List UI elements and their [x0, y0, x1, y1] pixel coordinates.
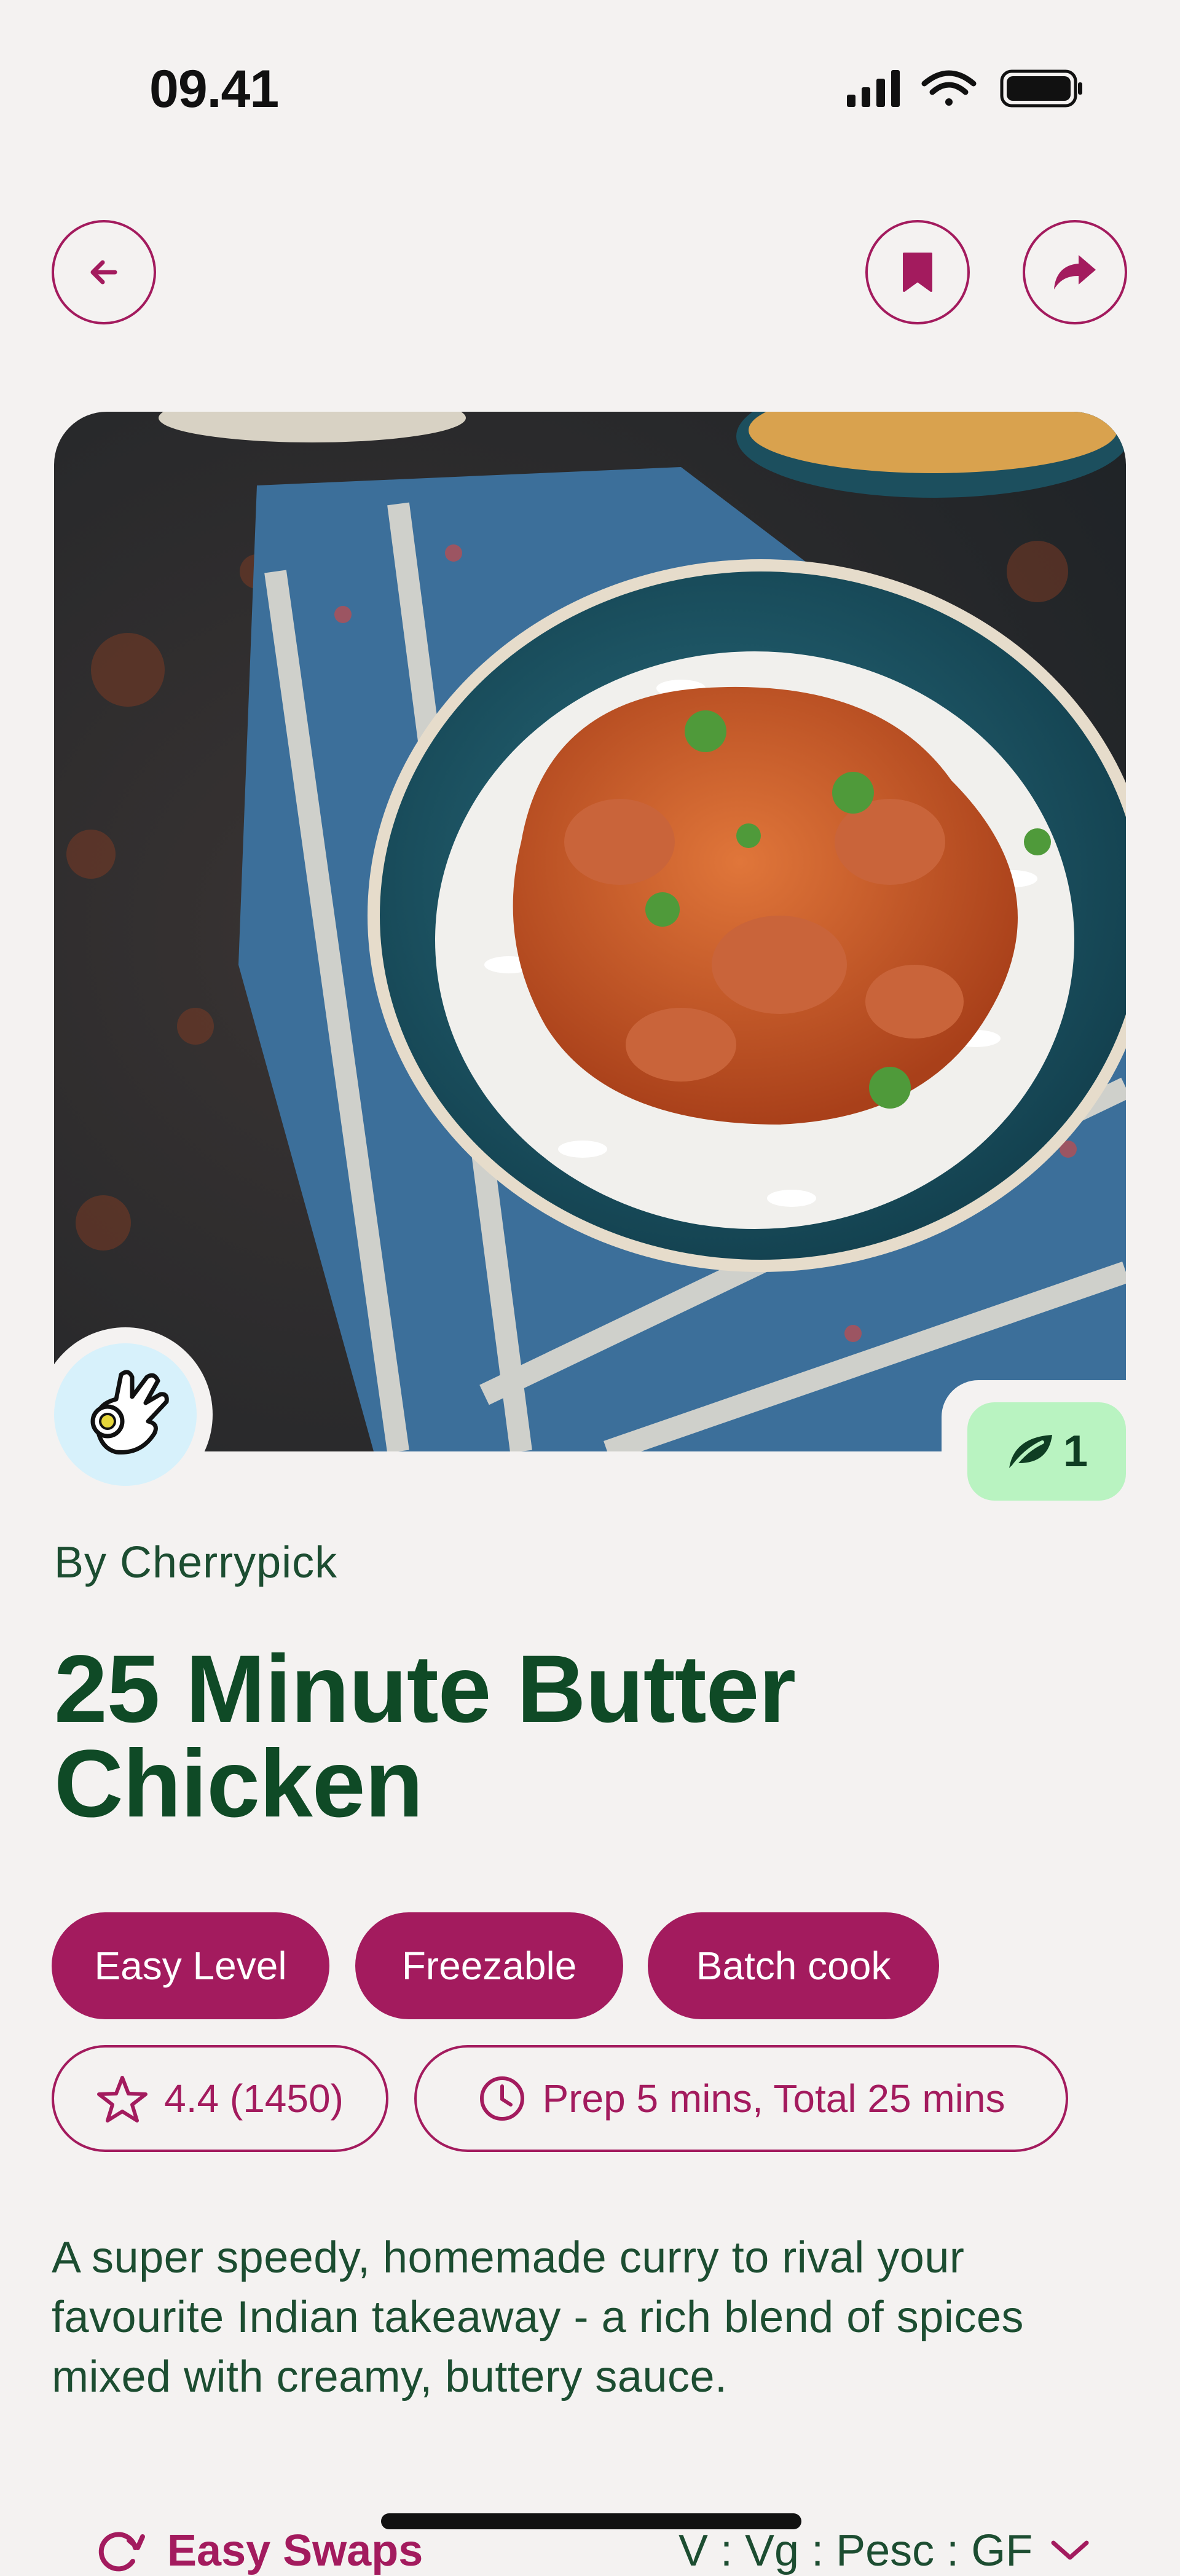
clock-icon	[479, 2076, 524, 2121]
arrow-left-icon	[90, 260, 117, 285]
chevron-down-icon[interactable]	[1048, 2538, 1092, 2562]
tag-easy-level[interactable]: Easy Level	[52, 1912, 329, 2019]
bookmark-icon	[903, 253, 932, 292]
eco-score-value: 1	[1063, 1427, 1088, 1476]
refresh-icon	[98, 2532, 145, 2572]
share-arrow-icon	[1054, 255, 1096, 289]
back-button[interactable]	[52, 220, 156, 324]
diet-tags: V : Vg : Pesc : GF	[678, 2526, 1033, 2575]
status-time: 09.41	[149, 60, 279, 119]
author-avatar[interactable]	[54, 1343, 197, 1486]
cook-time-pill[interactable]: Prep 5 mins, Total 25 mins	[414, 2045, 1068, 2152]
recipe-hero-image	[54, 412, 1126, 1451]
ok-hand-icon	[90, 1370, 169, 1455]
tag-freezable[interactable]: Freezable	[355, 1912, 623, 2019]
recipe-description: A super speedy, homemade curry to rival …	[52, 2233, 1024, 2401]
recipe-author[interactable]: By Cherrypick	[54, 1537, 337, 1588]
status-icons	[847, 69, 1082, 108]
battery-icon	[1000, 69, 1082, 108]
rating-text: 4.4 (1450)	[164, 2076, 344, 2121]
tag-batch-cook[interactable]: Batch cook	[648, 1912, 939, 2019]
rating-pill[interactable]: 4.4 (1450)	[52, 2045, 388, 2152]
share-button[interactable]	[1023, 220, 1127, 324]
signal-icon	[847, 70, 900, 107]
cook-time-text: Prep 5 mins, Total 25 mins	[542, 2076, 1005, 2121]
easy-swaps-title[interactable]: Easy Swaps	[167, 2526, 423, 2576]
eco-score-badge[interactable]: 1	[967, 1402, 1126, 1501]
star-icon	[97, 2076, 148, 2122]
recipe-title: 25 Minute Butter Chicken	[54, 1636, 796, 1837]
wifi-icon	[921, 70, 977, 106]
butter-chicken-photo	[54, 412, 1126, 1451]
leaf-icon	[1009, 1435, 1052, 1468]
bookmark-button[interactable]	[865, 220, 970, 324]
home-indicator[interactable]	[381, 2513, 801, 2529]
